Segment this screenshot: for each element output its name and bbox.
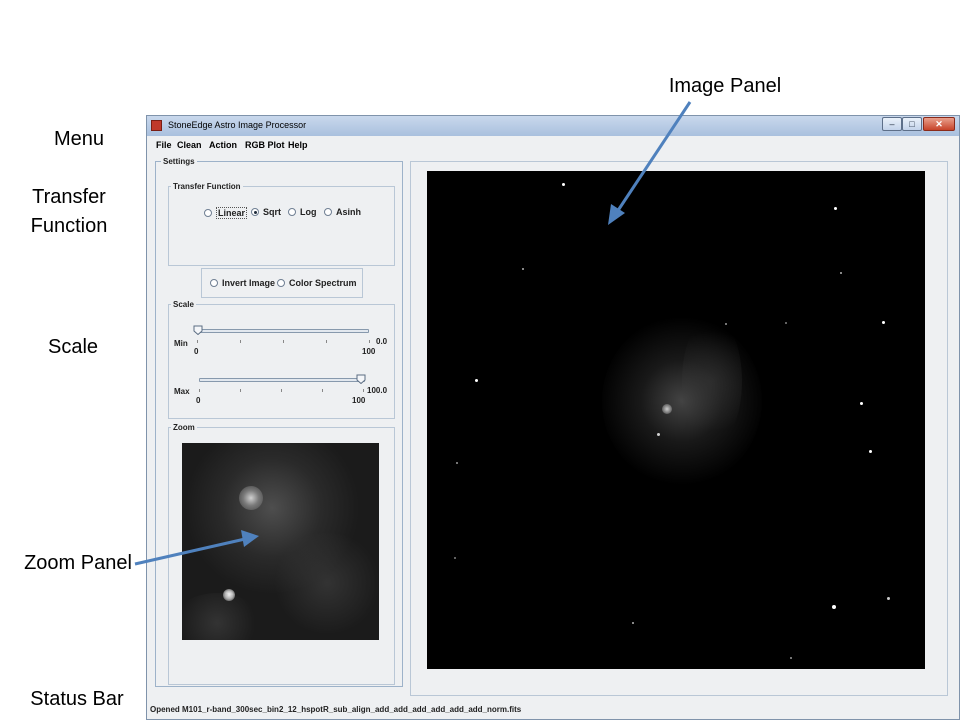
close-button[interactable]: ✕ (923, 117, 955, 131)
min-value: 0.0 (376, 337, 388, 346)
radio-linear-indicator[interactable] (204, 209, 212, 217)
radio-sqrt-label: Sqrt (263, 207, 281, 217)
max-value: 100.0 (367, 386, 388, 395)
min-tick (197, 340, 198, 343)
scale-title: Scale (171, 300, 196, 309)
min-label: Min (174, 339, 188, 348)
annotation-transfer-function: Transfer Function (19, 183, 119, 241)
min-slider-thumb[interactable] (193, 325, 203, 335)
galaxy-core (662, 404, 672, 414)
radio-asinh-indicator[interactable] (324, 208, 332, 216)
min-tick-start: 0 (194, 347, 199, 356)
max-tick (199, 389, 200, 392)
star (860, 402, 863, 405)
radio-sqrt[interactable]: Sqrt (251, 207, 281, 217)
color-spectrum-label: Color Spectrum (289, 278, 357, 288)
app-icon (151, 120, 162, 131)
star (790, 657, 792, 659)
min-tick (283, 340, 284, 343)
annotation-scale: Scale (47, 336, 99, 358)
image-view[interactable] (427, 171, 925, 669)
star (834, 207, 837, 210)
radio-linear-label: Linear (216, 207, 248, 219)
app-window: StoneEdge Astro Image Processor ‒ □ ✕ Fi… (146, 115, 960, 720)
zoom-title: Zoom (171, 423, 197, 432)
radio-log-indicator[interactable] (288, 208, 296, 216)
max-tick (240, 389, 241, 392)
transfer-function-group: Transfer Function Linear Sqrt Log Asinh (168, 182, 395, 266)
star (725, 323, 727, 325)
radio-asinh-label: Asinh (336, 207, 362, 217)
scale-group: Scale Min 0 100 0.0 Max 0 100 100.0 (168, 300, 395, 419)
menu-bar: File Clean Action RGB Plot Help (147, 136, 959, 153)
display-options-group: Invert Image Color Spectrum (201, 268, 363, 298)
galaxy-outer-arm (682, 316, 742, 446)
minimize-button[interactable]: ‒ (882, 117, 902, 131)
max-tick (363, 389, 364, 392)
annotation-zoom-panel: Zoom Panel (24, 552, 132, 574)
radio-log[interactable]: Log (288, 207, 317, 217)
annotation-image-panel: Image Panel (668, 75, 782, 97)
maximize-button[interactable]: □ (902, 117, 922, 131)
window-title: StoneEdge Astro Image Processor (168, 120, 307, 130)
settings-title: Settings (161, 157, 197, 166)
max-slider-track[interactable] (199, 378, 365, 382)
max-tick (281, 389, 282, 392)
star (454, 557, 456, 559)
zoom-view[interactable] (182, 443, 379, 640)
annotation-transfer-line2: Function (30, 215, 108, 237)
zoom-galaxy-arm (272, 533, 379, 633)
radio-asinh[interactable]: Asinh (324, 207, 361, 217)
star (522, 268, 524, 270)
star (632, 622, 634, 624)
star (882, 321, 885, 324)
star (840, 272, 842, 274)
star (832, 605, 836, 609)
status-bar: Opened M101_r-band_300sec_bin2_12_hspotR… (150, 705, 522, 714)
color-spectrum-indicator[interactable] (277, 279, 285, 287)
max-tick (322, 389, 323, 392)
star (475, 379, 478, 382)
menu-clean[interactable]: Clean (177, 140, 202, 150)
min-tick (326, 340, 327, 343)
min-tick-end: 100 (362, 347, 376, 356)
transfer-function-title: Transfer Function (171, 182, 243, 191)
min-slider-track[interactable] (197, 329, 369, 333)
star (562, 183, 565, 186)
menu-help[interactable]: Help (288, 140, 308, 150)
star (887, 597, 890, 600)
color-spectrum-option[interactable]: Color Spectrum (277, 278, 357, 288)
min-tick (240, 340, 241, 343)
max-tick-start: 0 (196, 396, 201, 405)
invert-image-option[interactable]: Invert Image (210, 278, 275, 288)
max-slider-thumb[interactable] (356, 374, 366, 384)
radio-log-label: Log (300, 207, 317, 217)
star (456, 462, 458, 464)
max-tick-end: 100 (352, 396, 366, 405)
radio-sqrt-indicator[interactable] (251, 208, 259, 216)
star (657, 433, 660, 436)
annotation-transfer-line1: Transfer (32, 186, 106, 208)
zoom-galaxy-core (239, 486, 263, 510)
menu-rgb-plot[interactable]: RGB Plot (245, 140, 285, 150)
title-bar[interactable]: StoneEdge Astro Image Processor ‒ □ ✕ (147, 116, 959, 136)
radio-linear[interactable]: Linear (204, 207, 248, 219)
menu-action[interactable]: Action (209, 140, 237, 150)
annotation-status-bar: Status Bar (30, 688, 124, 710)
invert-image-indicator[interactable] (210, 279, 218, 287)
min-tick (369, 340, 370, 343)
menu-file[interactable]: File (156, 140, 172, 150)
max-label: Max (174, 387, 190, 396)
zoom-lower-left-glow (182, 593, 262, 640)
star (785, 322, 787, 324)
annotation-menu: Menu (53, 128, 105, 150)
invert-image-label: Invert Image (222, 278, 276, 288)
star (869, 450, 872, 453)
